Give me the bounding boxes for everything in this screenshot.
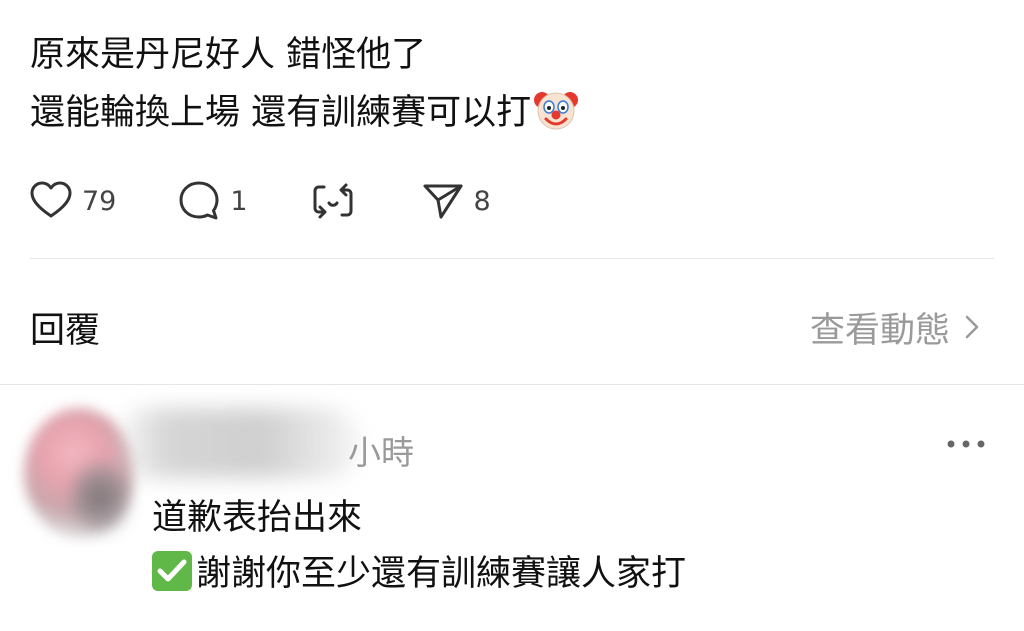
share-button[interactable]: 8 [420, 178, 491, 224]
post-body: 原來是丹尼好人 錯怪他了 還能輪換上場 還有訓練賽可以打 [30, 26, 990, 142]
like-button[interactable]: 79 [28, 178, 116, 224]
replies-title: 回覆 [30, 310, 101, 351]
more-options-icon[interactable] [944, 432, 988, 456]
reply-timestamp: 小時 [348, 433, 414, 472]
reply-line-1: 道歉表抬出來 [152, 498, 363, 538]
reply-line-2: 謝謝你至少還有訓練賽讓人家打 [152, 546, 686, 602]
reply-line-2-text: 謝謝你至少還有訓練賽讓人家打 [196, 554, 687, 594]
username-redacted [118, 408, 358, 478]
chevron-right-icon [965, 315, 979, 339]
avatar-shading [72, 462, 128, 532]
share-count: 8 [473, 185, 491, 217]
replies-header: 回覆 查看動態 [30, 297, 980, 357]
view-activity-link[interactable]: 查看動態 [810, 302, 980, 353]
post-actions: 79 1 8 [28, 176, 531, 226]
view-activity-label: 查看動態 [809, 310, 950, 351]
reply-body: 道歉表抬出來 謝謝你至少還有訓練賽讓人家打 [152, 490, 686, 602]
divider [30, 258, 994, 259]
clown-face-icon [534, 92, 579, 130]
divider [0, 384, 1024, 385]
send-icon [423, 184, 463, 219]
check-mark-icon [152, 551, 192, 591]
repost-button[interactable] [310, 178, 356, 224]
comment-bubble-icon [179, 181, 219, 220]
post-line-2: 還能輪換上場 還有訓練賽可以打 [30, 84, 990, 142]
post-line-2-text: 還能輪換上場 還有訓練賽可以打 [30, 93, 532, 133]
comment-count: 1 [230, 185, 248, 217]
like-count: 79 [82, 185, 117, 217]
post-line-1: 原來是丹尼好人 錯怪他了 [30, 35, 427, 75]
repost-icon [313, 183, 353, 219]
heart-icon [30, 181, 72, 218]
comment-button[interactable]: 1 [176, 178, 248, 224]
